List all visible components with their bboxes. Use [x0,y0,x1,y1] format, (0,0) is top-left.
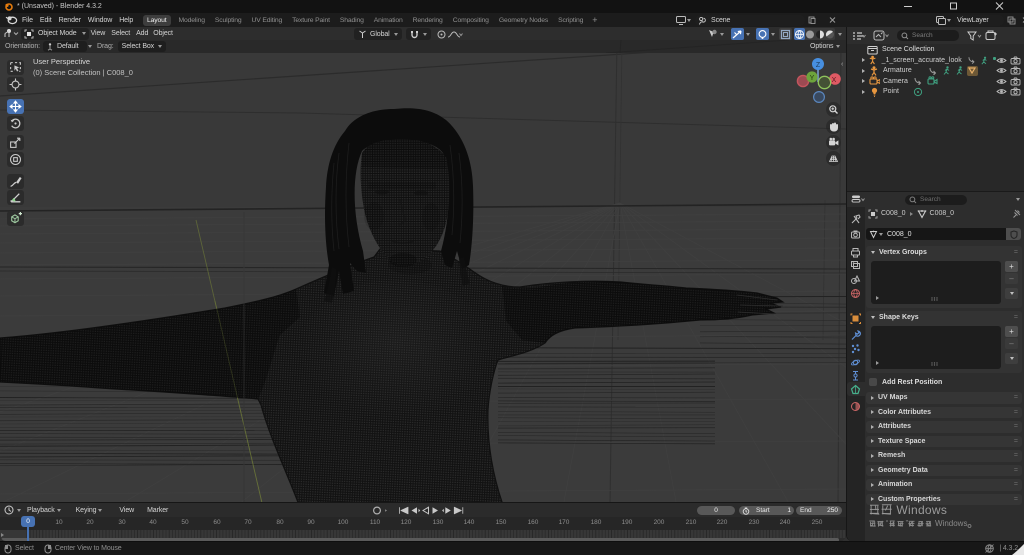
svg-text:Z: Z [816,62,821,69]
svg-text:Y: Y [810,75,815,82]
svg-text:X: X [832,77,837,84]
